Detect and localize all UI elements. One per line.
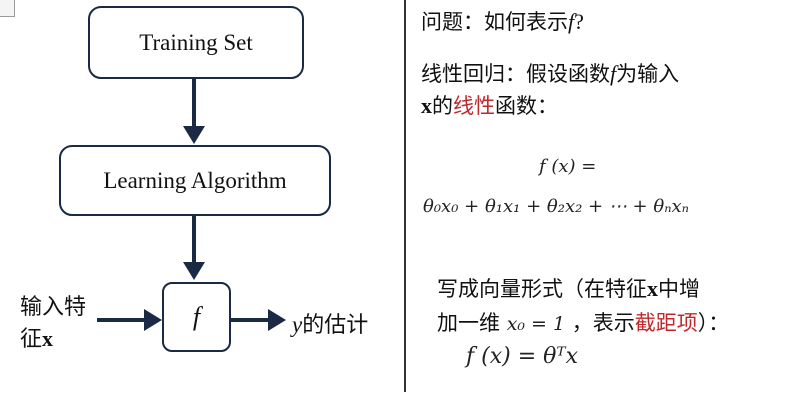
- output-label-y: y: [292, 312, 303, 337]
- vec-line2-intercept: 截距项: [634, 311, 698, 335]
- arrowhead-output: [268, 309, 286, 331]
- lr-line1-b: 为输入: [616, 62, 680, 86]
- lr-line2-a: 的: [432, 94, 453, 118]
- vector-form-line1: 写成向量形式（在特征x中增: [437, 273, 700, 303]
- lr-line2-b: 函数：: [495, 94, 558, 118]
- vec-line1-x: x: [647, 276, 658, 301]
- hypothesis-f-label: f: [192, 302, 201, 331]
- arrowhead-algorithm: [183, 126, 205, 144]
- output-label-text: 的估计: [302, 313, 369, 338]
- vec-line2-b: ，表示: [571, 311, 635, 335]
- lr-line2-x: x: [421, 93, 432, 118]
- training-set-label: Training Set: [139, 29, 253, 55]
- formula-lhs: f (x) =: [539, 156, 597, 177]
- learning-algorithm-label: Learning Algorithm: [103, 167, 287, 193]
- question-text: 问题：如何表示: [421, 10, 568, 34]
- question-line: 问题：如何表示f?: [421, 6, 584, 36]
- vec-line1-b: 中增: [658, 277, 700, 301]
- lr-line1-a: 线性回归：假设函数: [421, 62, 610, 86]
- question-mark: ?: [574, 9, 584, 34]
- learning-algorithm-box: Learning Algorithm: [59, 145, 331, 216]
- vec-line2-c: ）：: [697, 311, 730, 335]
- hypothesis-f-box: f: [162, 282, 231, 352]
- input-features-label: 输入特 征x: [20, 289, 86, 353]
- vec-line2-a: 加一维: [437, 311, 500, 335]
- vec-line2-x0: x₀ = 1: [506, 313, 566, 335]
- input-label-line1: 输入特: [20, 295, 87, 320]
- vector-formula: f (x) = θᵀx: [466, 344, 579, 369]
- input-label-x: x: [42, 326, 54, 351]
- arrowhead-f: [183, 262, 205, 280]
- lr-line2-linear: 线性: [453, 94, 495, 118]
- arrowhead-input: [144, 309, 162, 331]
- vector-form-line2: 加一维 x₀ = 1 ，表示截距项）：: [437, 307, 729, 337]
- input-label-line2: 征x: [20, 321, 86, 353]
- linear-regression-line2: x的线性函数：: [421, 90, 558, 120]
- input-label-zheng: 征: [20, 327, 43, 352]
- linear-regression-line1: 线性回归：假设函数f为输入: [421, 58, 679, 88]
- vertical-divider: [404, 0, 406, 392]
- formula-rhs: θ₀x₀ + θ₁x₁ + θ₂x₂ + ⋯ + θₙxₙ: [423, 196, 689, 217]
- training-set-box: Training Set: [88, 6, 304, 79]
- output-estimate-label: y的估计: [292, 307, 368, 339]
- vec-line1-a: 写成向量形式（在特征: [437, 277, 647, 301]
